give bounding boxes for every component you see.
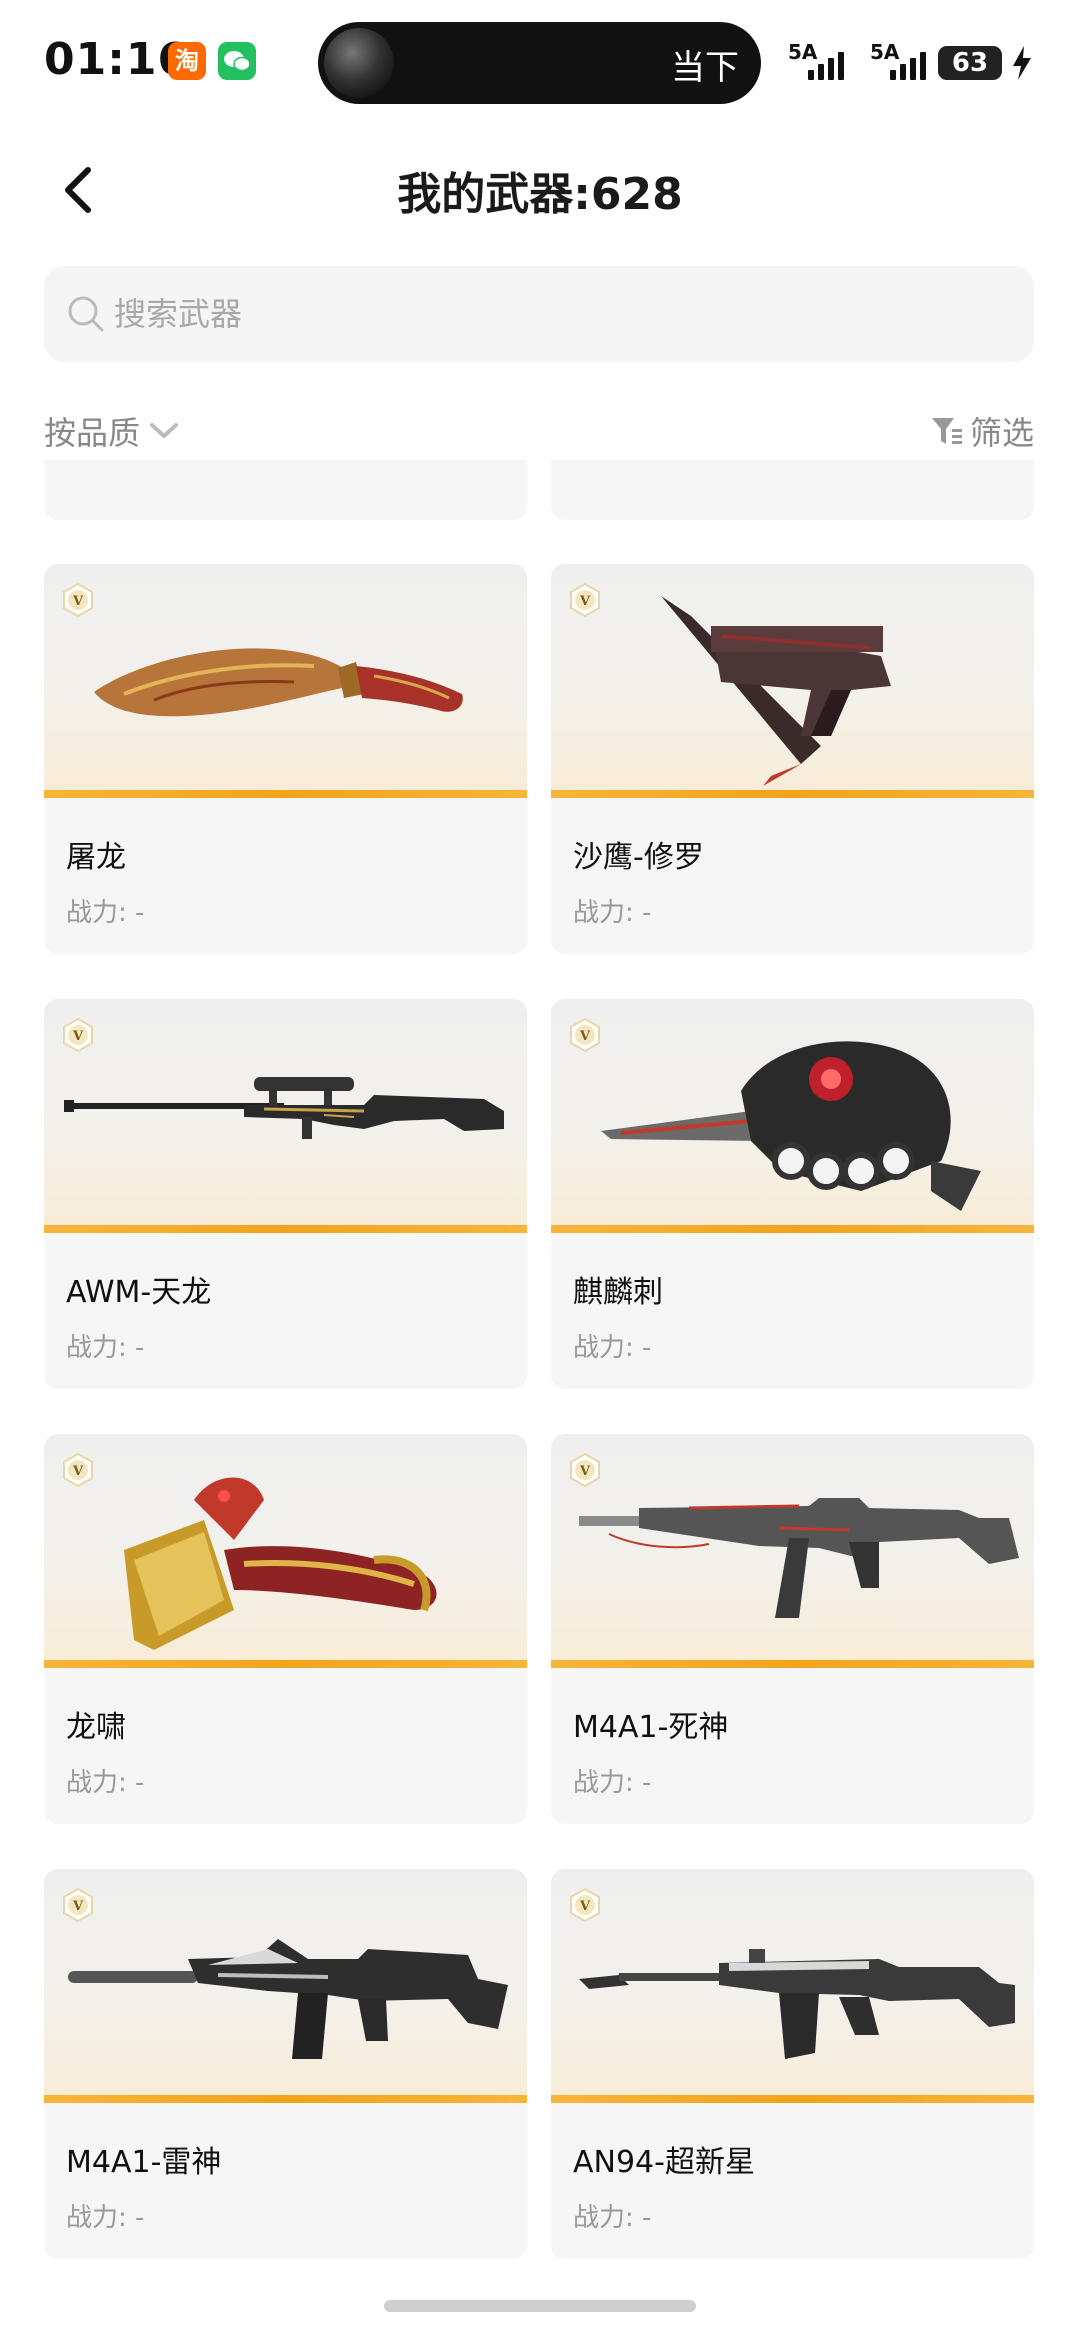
weapon-card-partial[interactable] [551, 460, 1034, 520]
wechat-icon [218, 42, 256, 80]
music-album-icon [324, 28, 394, 98]
quality-stripe [551, 2095, 1034, 2103]
dragon-axe-image [124, 1477, 437, 1650]
weapon-image-area: V [44, 1434, 527, 1668]
weapon-card[interactable]: V 屠龙 战力: - [44, 564, 527, 954]
quality-stripe [551, 790, 1034, 798]
chevron-down-icon [150, 423, 179, 438]
quality-stripe [44, 2095, 527, 2103]
vip-badge-icon: V [63, 1887, 93, 1923]
weapon-card[interactable]: V 麒麟刺 战力: - [551, 999, 1034, 1389]
signal-icon: 5A [870, 40, 948, 82]
weapon-card[interactable]: V 龙啸 战力: - [44, 1434, 527, 1824]
weapon-power: 战力: - [573, 898, 652, 928]
svg-text:V: V [72, 1899, 84, 1914]
weapon-image-area: V [44, 564, 527, 798]
weapon-power: 战力: - [66, 1333, 145, 1363]
weapon-card[interactable]: V M4A1-雷神 战力: - [44, 1869, 527, 2259]
weapon-card[interactable]: V M4A1-死神 战力: - [551, 1434, 1034, 1824]
weapon-image-area: V [44, 999, 527, 1233]
header: 我的武器:628 [0, 150, 1080, 230]
filter-button[interactable]: 筛选 [930, 408, 1034, 454]
weapon-image-area: V [551, 1434, 1034, 1668]
home-indicator[interactable] [384, 2300, 696, 2312]
svg-text:V: V [72, 1029, 84, 1044]
weapon-image-area: V [44, 1869, 527, 2103]
sort-label: 按品质 [44, 414, 141, 452]
weapon-card[interactable]: V 沙鹰-修罗 战力: - [551, 564, 1034, 954]
weapon-image-area: V [551, 1869, 1034, 2103]
weapon-name: 龙啸 [66, 1710, 126, 1745]
taobao-icon: 淘 [168, 42, 206, 80]
kukri-knife-image [94, 648, 463, 717]
weapon-power: 战力: - [573, 1768, 652, 1798]
vip-badge-icon: V [570, 1887, 600, 1923]
svg-text:V: V [579, 1029, 591, 1044]
vip-badge-icon: V [570, 1017, 600, 1053]
weapon-name: M4A1-死神 [573, 1710, 729, 1745]
svg-text:V: V [579, 1899, 591, 1914]
weapon-name: AN94-超新星 [573, 2145, 755, 2180]
desert-eagle-pistol-image [661, 596, 891, 786]
svg-text:V: V [72, 594, 84, 609]
weapon-image-area: V [551, 564, 1034, 798]
weapon-card[interactable]: V AN94-超新星 战力: - [551, 1869, 1034, 2259]
search-input[interactable] [114, 266, 994, 362]
toolbar: 按品质 筛选 [0, 400, 1080, 460]
quality-stripe [551, 1660, 1034, 1668]
battery-icon: 63 [938, 46, 1002, 80]
sniper-rifle-image [64, 1077, 504, 1139]
weapon-power: 战力: - [66, 1768, 145, 1798]
sort-dropdown[interactable]: 按品质 [44, 408, 180, 454]
dynamic-island[interactable]: 当下 [318, 22, 761, 104]
quality-stripe [44, 790, 527, 798]
charging-icon [1013, 46, 1031, 80]
search-icon [68, 296, 104, 332]
quality-stripe [44, 1225, 527, 1233]
weapon-image-area: V [551, 999, 1034, 1233]
vip-badge-icon: V [63, 1017, 93, 1053]
now-playing-label: 当下 [671, 48, 739, 88]
knuckle-blade-image [601, 1041, 981, 1211]
weapon-card-partial[interactable] [44, 460, 527, 520]
svg-text:V: V [579, 594, 591, 609]
page-title: 我的武器:628 [397, 169, 683, 220]
weapon-power: 战力: - [66, 898, 145, 928]
weapon-name: M4A1-雷神 [66, 2145, 222, 2180]
weapon-power: 战力: - [573, 1333, 652, 1363]
svg-text:V: V [579, 1464, 591, 1479]
assault-rifle-image [68, 1939, 508, 2059]
filter-icon [931, 418, 962, 444]
svg-text:V: V [72, 1464, 84, 1479]
assault-rifle-image [579, 1498, 1019, 1618]
vip-badge-icon: V [63, 582, 93, 618]
quality-stripe [44, 1660, 527, 1668]
assault-rifle-image [579, 1949, 1015, 2059]
quality-stripe [551, 1225, 1034, 1233]
weapon-name: AWM-天龙 [66, 1275, 212, 1310]
weapon-card[interactable]: V AWM-天龙 战力: - [44, 999, 527, 1389]
weapon-name: 屠龙 [66, 840, 126, 875]
weapon-power: 战力: - [66, 2203, 145, 2233]
weapon-power: 战力: - [573, 2203, 652, 2233]
filter-label: 筛选 [969, 414, 1034, 452]
signal-icon: 5A [788, 40, 866, 82]
vip-badge-icon: V [570, 582, 600, 618]
status-bar: 01:16 淘 当下 5A 5A 63 [0, 0, 1080, 120]
weapon-name: 麒麟刺 [573, 1275, 663, 1310]
search-bar[interactable] [44, 266, 1034, 362]
weapon-name: 沙鹰-修罗 [573, 840, 704, 875]
vip-badge-icon: V [63, 1452, 93, 1488]
